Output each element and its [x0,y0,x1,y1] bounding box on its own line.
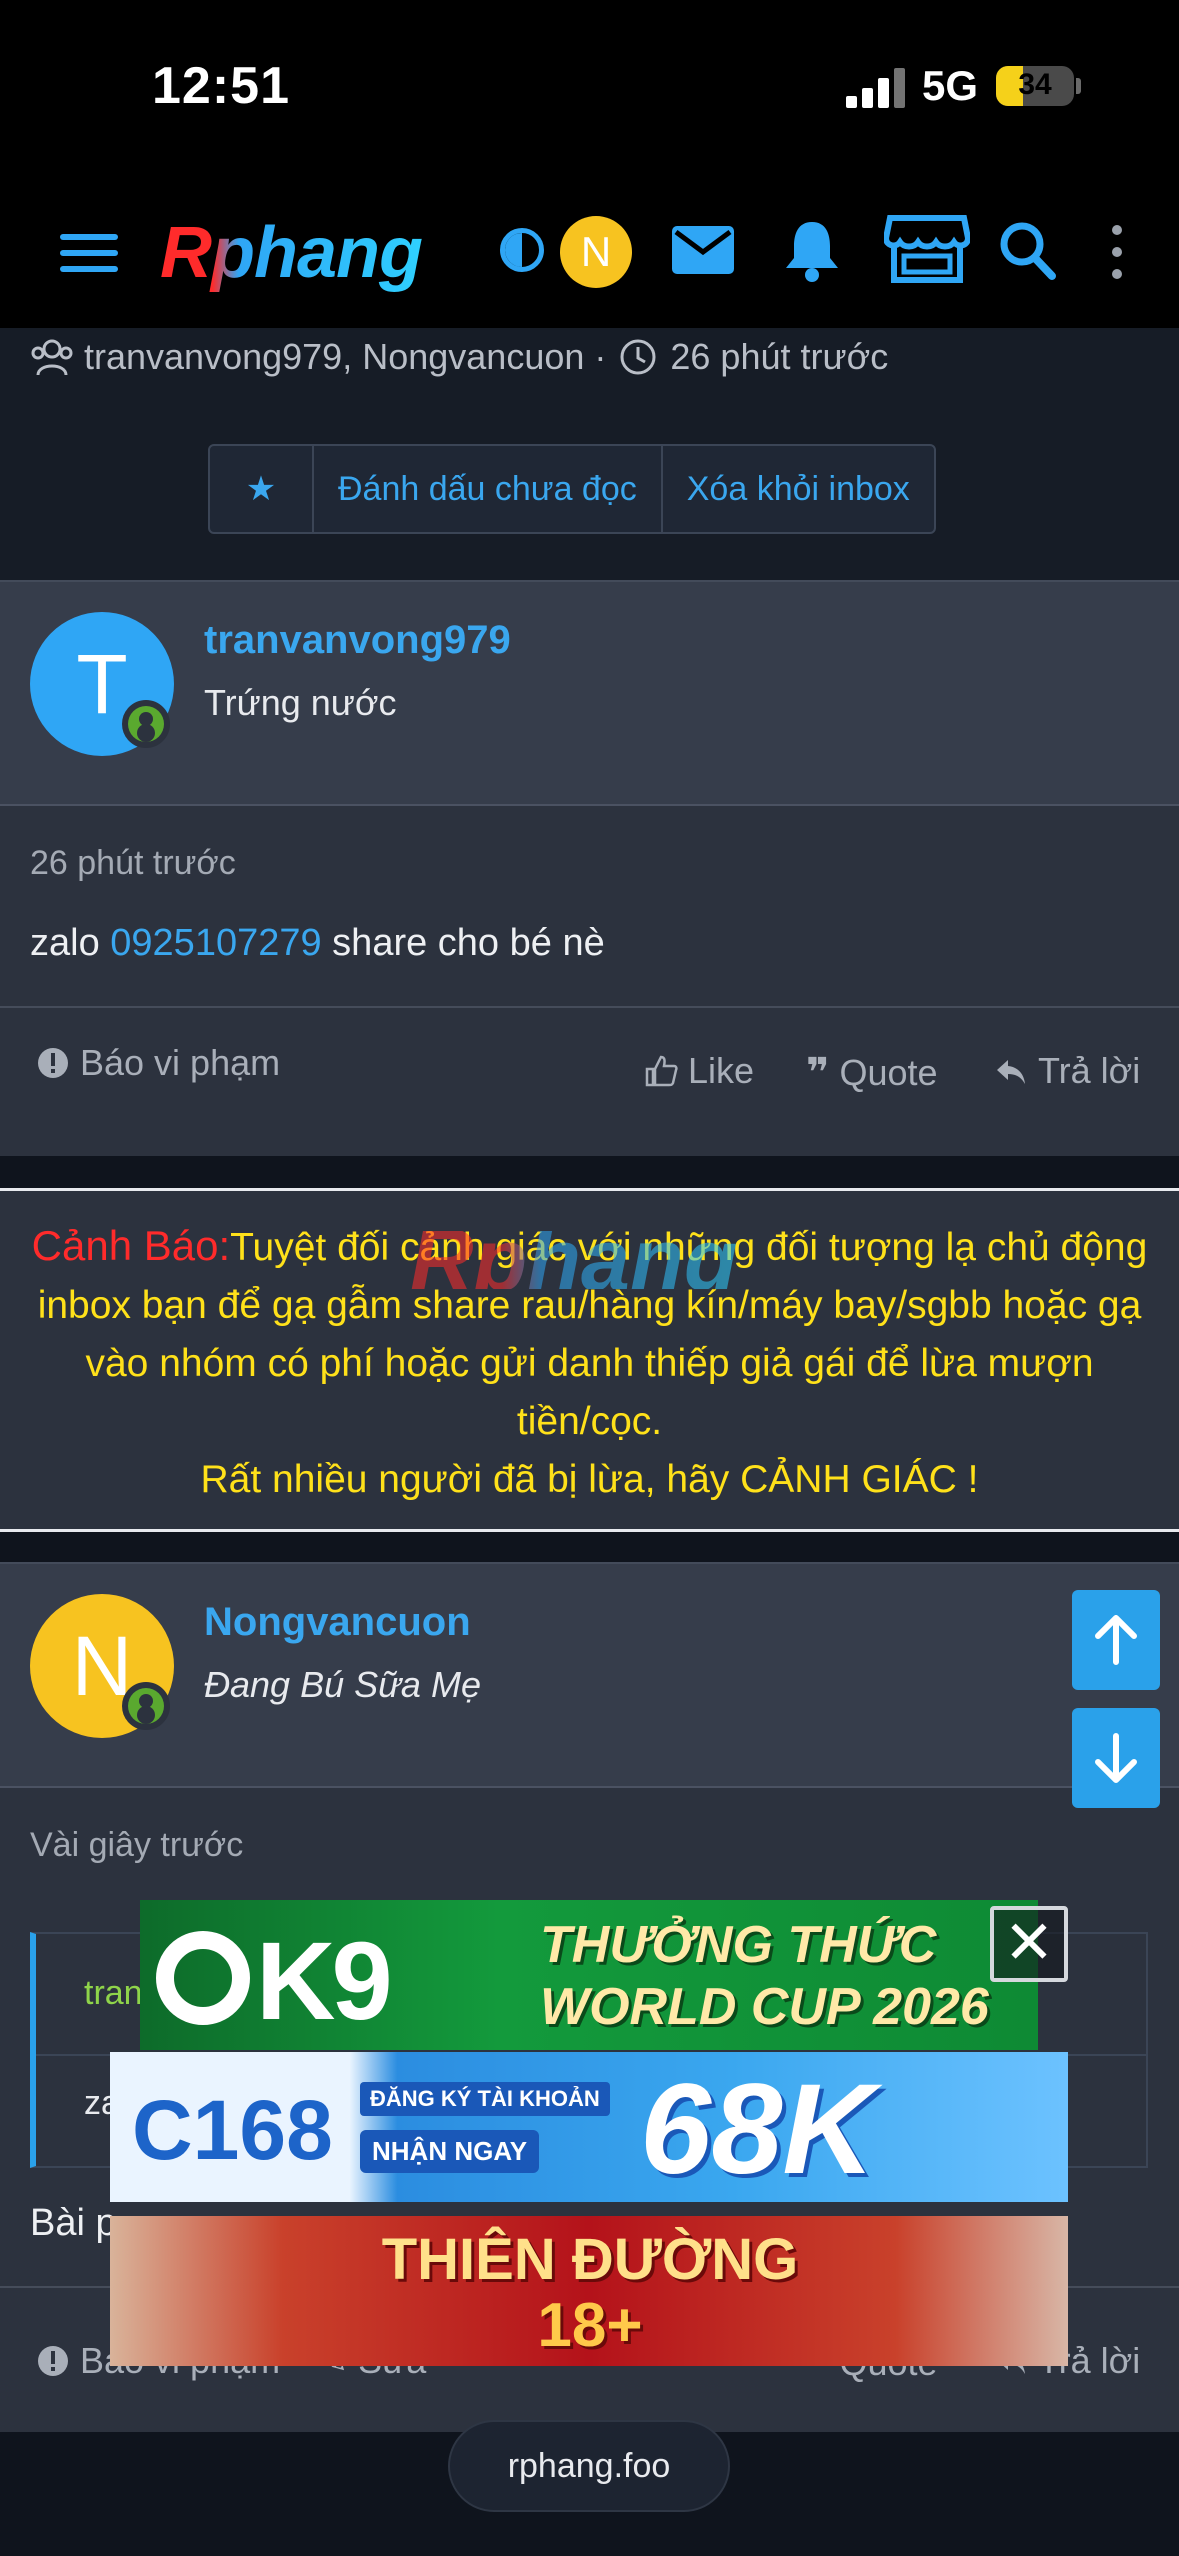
meta-separator: · [594,336,607,377]
ad-banner-ok9[interactable]: K9 THƯỞNG THỨC WORLD CUP 2026 [140,1900,1038,2050]
thread-actions: ★ Đánh dấu chưa đọc Xóa khỏi inbox [208,444,936,534]
ad-subtext: NHẬN NGAY [360,2130,540,2173]
online-status-icon [122,1682,170,1730]
ad-close-button[interactable]: ✕ [990,1906,1068,1982]
message-text: zalo 0925107279 share cho bé nè [30,922,605,965]
warning-line2: Rất nhiều người đã bị lừa, hãy CẢNH GIÁC… [200,1458,979,1501]
message-text: Bài p [30,2202,117,2244]
clock-icon [620,339,656,375]
theme-toggle-icon[interactable] [500,228,544,272]
ad-brand-text: K9 [256,1920,393,2043]
status-bar: 12:51 5G 34 [0,0,1179,178]
warning-icon [38,1048,68,1078]
mark-unread-button[interactable]: Đánh dấu chưa đọc [314,446,663,532]
star-icon: ★ [245,470,277,508]
menu-icon[interactable] [60,230,118,274]
battery-tip [1076,78,1081,94]
conversation-meta: tranvanvong979, Nongvancuon · 26 phút tr… [0,328,1179,580]
mail-icon[interactable] [672,226,734,274]
quote-author[interactable]: tran [84,1974,143,2013]
app-header: Rphang N [0,178,1179,328]
message-time: 26 phút trước [30,844,236,882]
username[interactable]: Nongvancuon [204,1600,471,1645]
message-header: N Nongvancuon Đang Bú Sữa Mẹ [0,1562,1179,1788]
reply-label: Trả lời [1038,1050,1141,1091]
message-text-suffix: share cho bé nè [321,922,605,964]
user-title: Trứng nước [204,682,397,723]
ad-amount: 68K [640,2058,875,2201]
participants[interactable]: tranvanvong979, Nongvancuon [84,336,584,378]
url-bar[interactable]: rphang.foo [448,2420,730,2512]
ad-logo-ring [156,1931,250,2025]
reply-button[interactable]: Trả lời [994,1050,1140,1092]
ad-subtext: ĐĂNG KÝ TÀI KHOẢN [360,2082,610,2116]
reply-icon [997,1060,1025,1084]
message-text-prefix: zalo [30,922,111,964]
phone-link[interactable]: 0925107279 [110,922,321,964]
ad-tagline-line1: THƯỞNG THỨC [540,1916,937,1974]
network-type: 5G [922,62,979,109]
thumbs-up-icon [645,1055,678,1087]
ad-subtitle: 18+ [537,2291,643,2360]
warning-icon [38,2346,68,2376]
message-footer: Báo vi phạm Like ❞ Quote Trả lời [0,1042,1179,1122]
ad-brand: C168 [132,2083,333,2177]
user-title: Đang Bú Sữa Mẹ [204,1664,481,1705]
arrow-down-icon [1095,1733,1137,1783]
remove-inbox-button[interactable]: Xóa khỏi inbox [663,446,934,532]
ad-tagline-line2: WORLD CUP 2026 [540,1978,989,2036]
ad-banner-c168[interactable]: C168 ĐĂNG KÝ TÀI KHOẢN NHẬN NGAY 68K [110,2052,1068,2202]
ad-title: THIÊN ĐƯỜNG [381,2227,799,2292]
message-time: Vài giây trước [30,1826,244,1864]
battery-icon: 34 [996,66,1074,106]
battery-level: 34 [1018,68,1052,101]
users-icon [31,339,73,376]
scam-warning-banner: Rphang Cảnh Báo:Tuyệt đối cảnh giác với … [0,1188,1179,1532]
scroll-bottom-button[interactable] [1072,1708,1160,1808]
scroll-top-button[interactable] [1072,1590,1160,1690]
site-logo[interactable]: Rphang [160,212,423,294]
quote-label: Quote [839,1052,938,1093]
ad-brand: K9 [156,1918,393,2045]
store-icon[interactable] [882,214,972,284]
bell-icon[interactable] [782,218,842,282]
arrow-up-icon [1095,1615,1137,1665]
username[interactable]: tranvanvong979 [204,618,511,663]
like-label: Like [688,1050,755,1091]
ad-tagline: THƯỞNG THỨC WORLD CUP 2026 [540,1914,989,2038]
participants-line: tranvanvong979, Nongvancuon · 26 phút tr… [30,336,888,378]
report-label: Báo vi phạm [80,1042,281,1083]
report-button[interactable]: Báo vi phạm [36,1042,280,1084]
online-status-icon [122,700,170,748]
message-header: T tranvanvong979 Trứng nước [0,580,1179,806]
ad-banner-thien-duong[interactable]: THIÊN ĐƯỜNG 18+ [110,2216,1068,2366]
signal-icon [846,68,906,108]
status-time: 12:51 [152,57,290,115]
like-button[interactable]: Like [644,1050,754,1092]
divider [0,1006,1179,1008]
more-options-icon[interactable] [1105,224,1129,280]
star-button[interactable]: ★ [210,446,314,532]
account-avatar[interactable]: N [560,216,632,288]
quote-button[interactable]: ❞ Quote [806,1050,938,1096]
thread-time: 26 phút trước [670,336,889,377]
message-body: 26 phút trước zalo 0925107279 share cho … [0,806,1179,1156]
quote-icon: ❞ [806,1051,830,1095]
warning-label: Cảnh Báo: [31,1222,231,1269]
search-icon[interactable] [998,220,1056,280]
